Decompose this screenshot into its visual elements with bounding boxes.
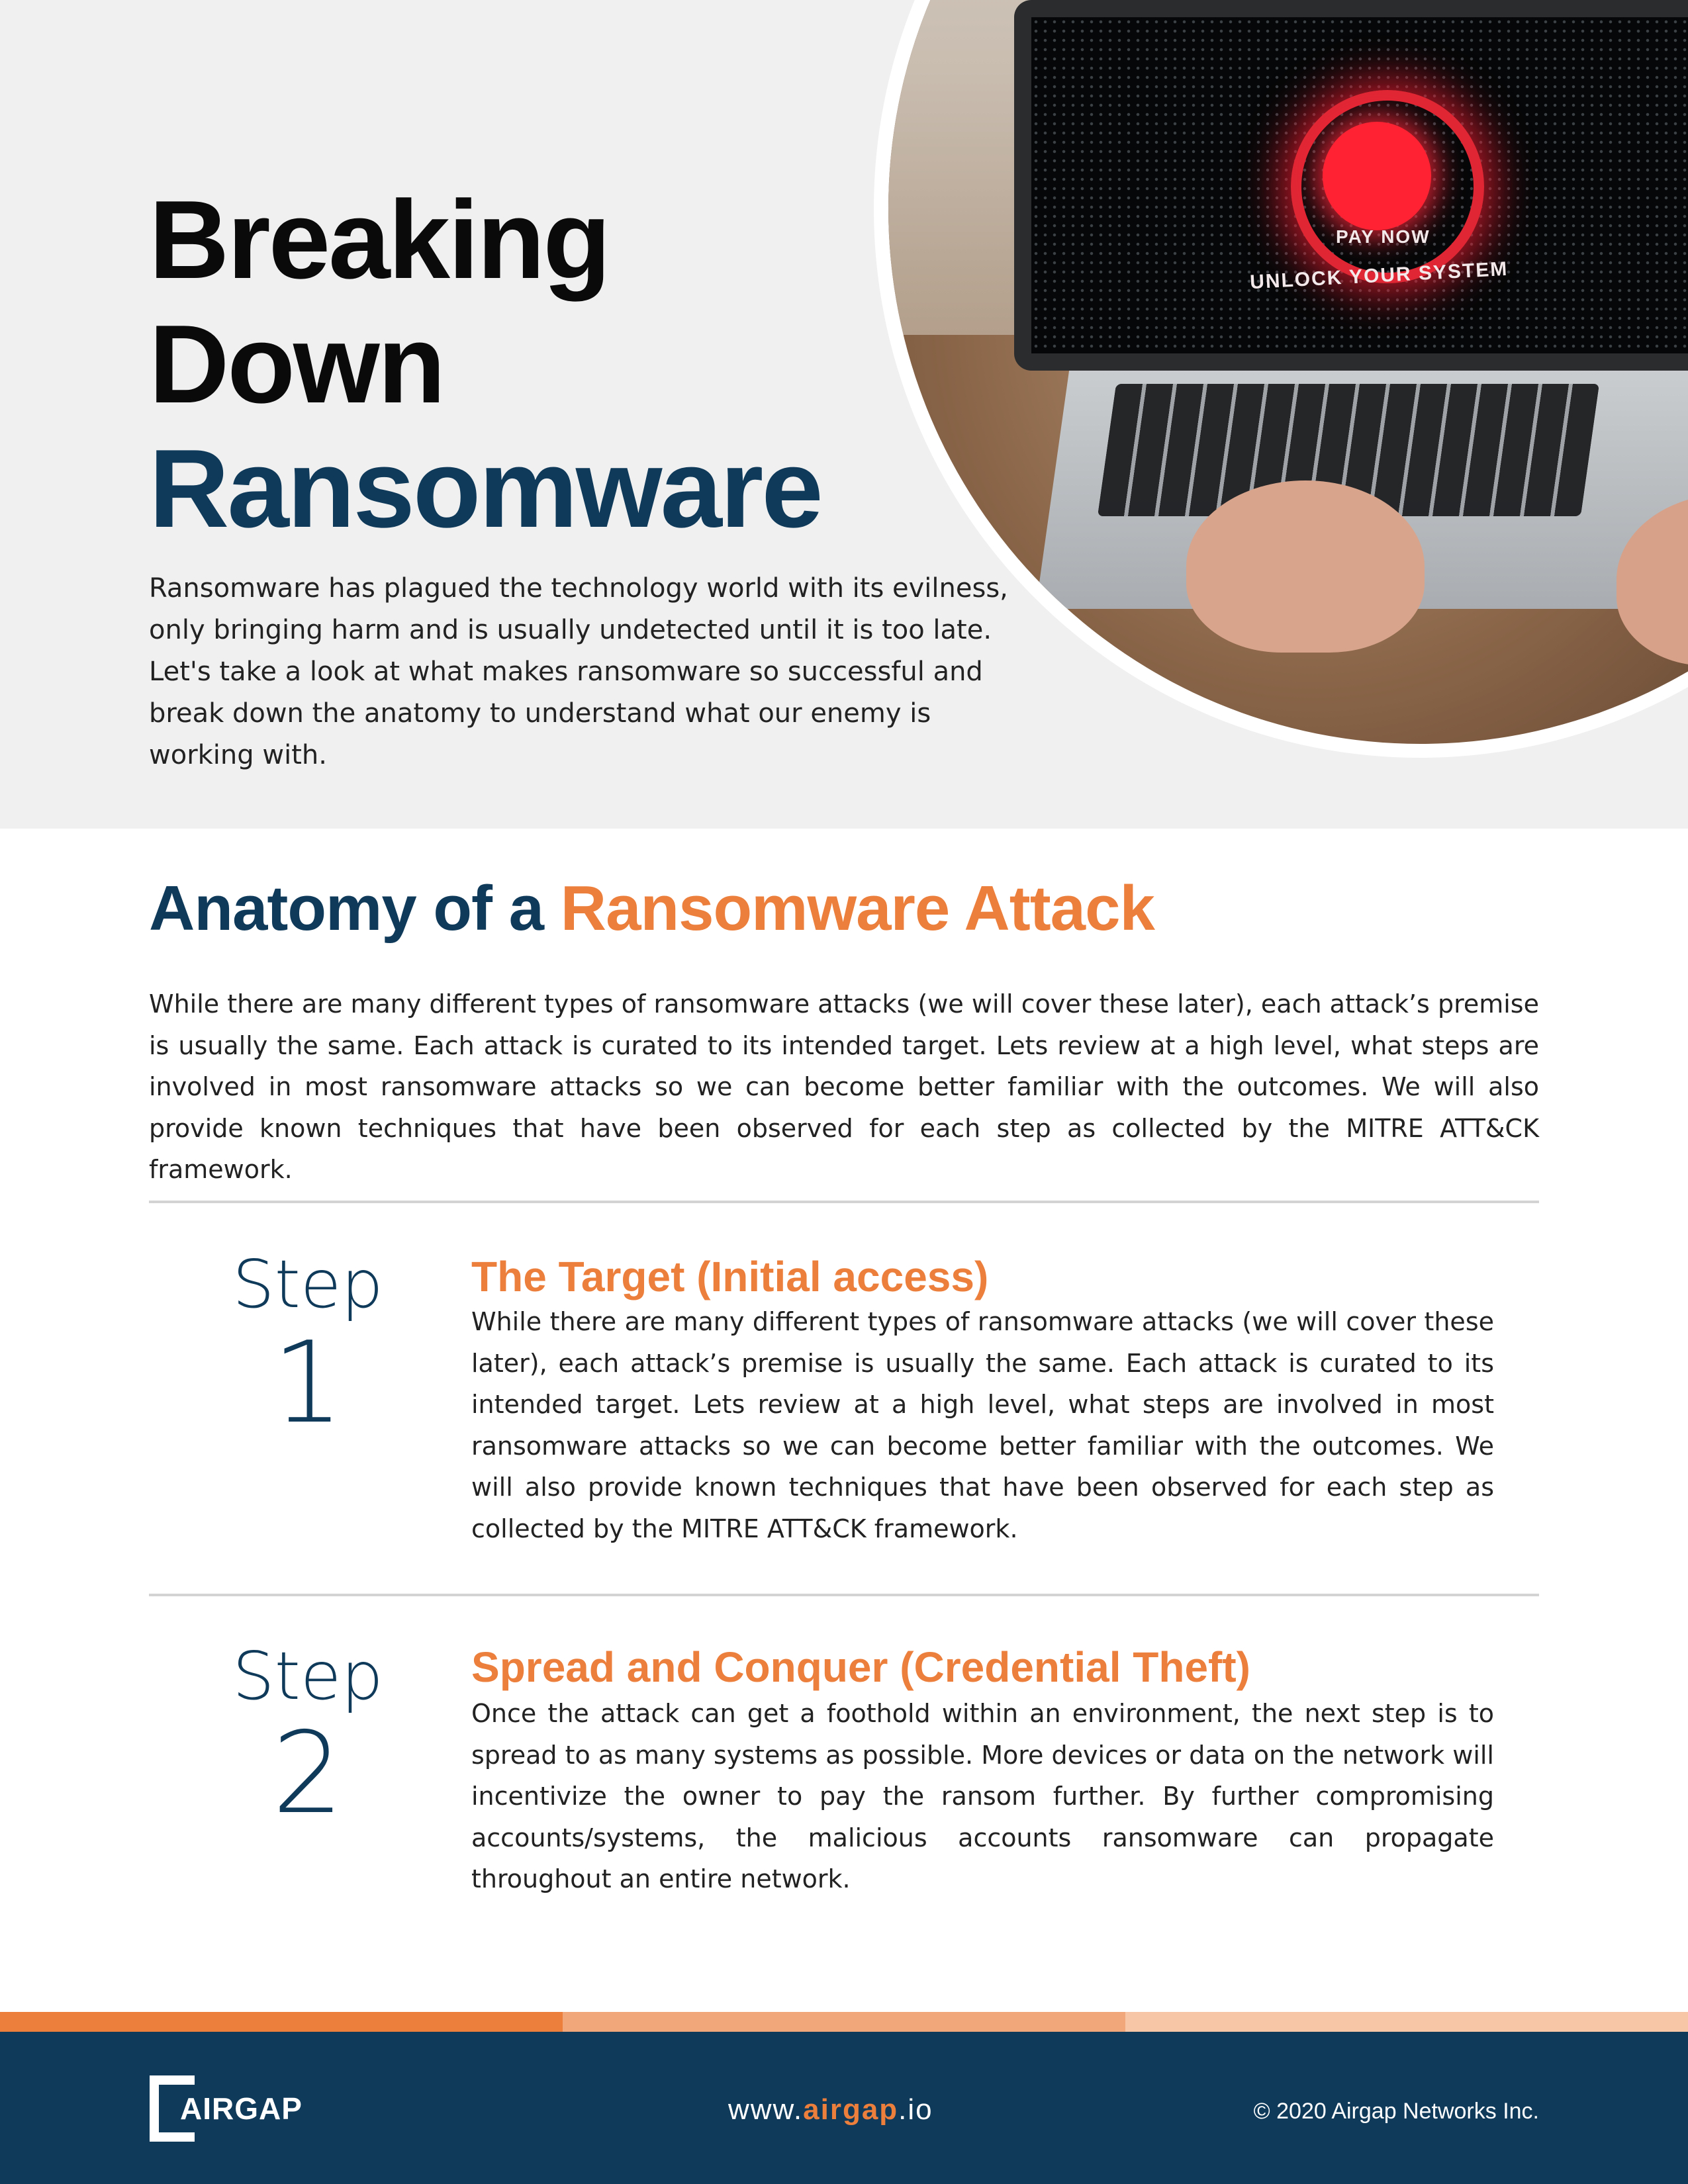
anatomy-heading: Anatomy of a Ransomware Attack (149, 872, 1155, 945)
anatomy-heading-part2: Ransomware Attack (560, 873, 1155, 944)
step-number: 2 (271, 1708, 344, 1839)
hero-section: PAY NOW UNLOCK YOUR SYSTEM Breaking Down… (0, 0, 1688, 829)
step-description: While there are many different types of … (471, 1307, 1494, 1543)
copyright-text: © 2020 Airgap Networks Inc. (1253, 2099, 1539, 2124)
left-hand (1186, 480, 1425, 653)
title-line-breaking: Breaking (149, 177, 611, 302)
step-label: Step (232, 1246, 383, 1323)
title-line-ransomware: Ransomware (149, 426, 823, 551)
site-domain: airgap (803, 2093, 899, 2126)
title-line-down: Down (149, 302, 445, 426)
site-suffix: .io (898, 2093, 933, 2126)
step-title: Spread and Conquer (Credential Theft) (471, 1643, 1250, 1691)
step-label: Step (232, 1637, 383, 1715)
laptop-screen: PAY NOW UNLOCK YOUR SYSTEM (1031, 17, 1688, 353)
site-prefix: www. (728, 2093, 804, 2126)
step-title: The Target (Initial access) (471, 1253, 989, 1300)
divider (149, 1201, 1539, 1203)
footer-stripe-medium (563, 2012, 1125, 2032)
footer-stripe-light (1125, 2012, 1688, 2032)
step-number: 1 (271, 1318, 344, 1449)
screen-pay-now-text: PAY NOW (1336, 226, 1430, 247)
ransom-lock-icon (1323, 122, 1431, 230)
laptop-lid: PAY NOW UNLOCK YOUR SYSTEM (1014, 0, 1688, 371)
divider (149, 1594, 1539, 1596)
page-title: Breaking Down Ransomware (149, 177, 823, 551)
anatomy-heading-part1: Anatomy of a (149, 873, 561, 944)
website-link[interactable]: www.airgap.io (728, 2091, 933, 2128)
anatomy-intro-paragraph: While there are many different types of … (149, 989, 1539, 1184)
footer-stripe-dark (0, 2012, 563, 2032)
hero-intro-paragraph: Ransomware has plagued the technology wo… (149, 573, 1008, 770)
airgap-logo-text: AIRGAP (180, 2091, 303, 2126)
step-description: Once the attack can get a foothold withi… (471, 1699, 1494, 1893)
